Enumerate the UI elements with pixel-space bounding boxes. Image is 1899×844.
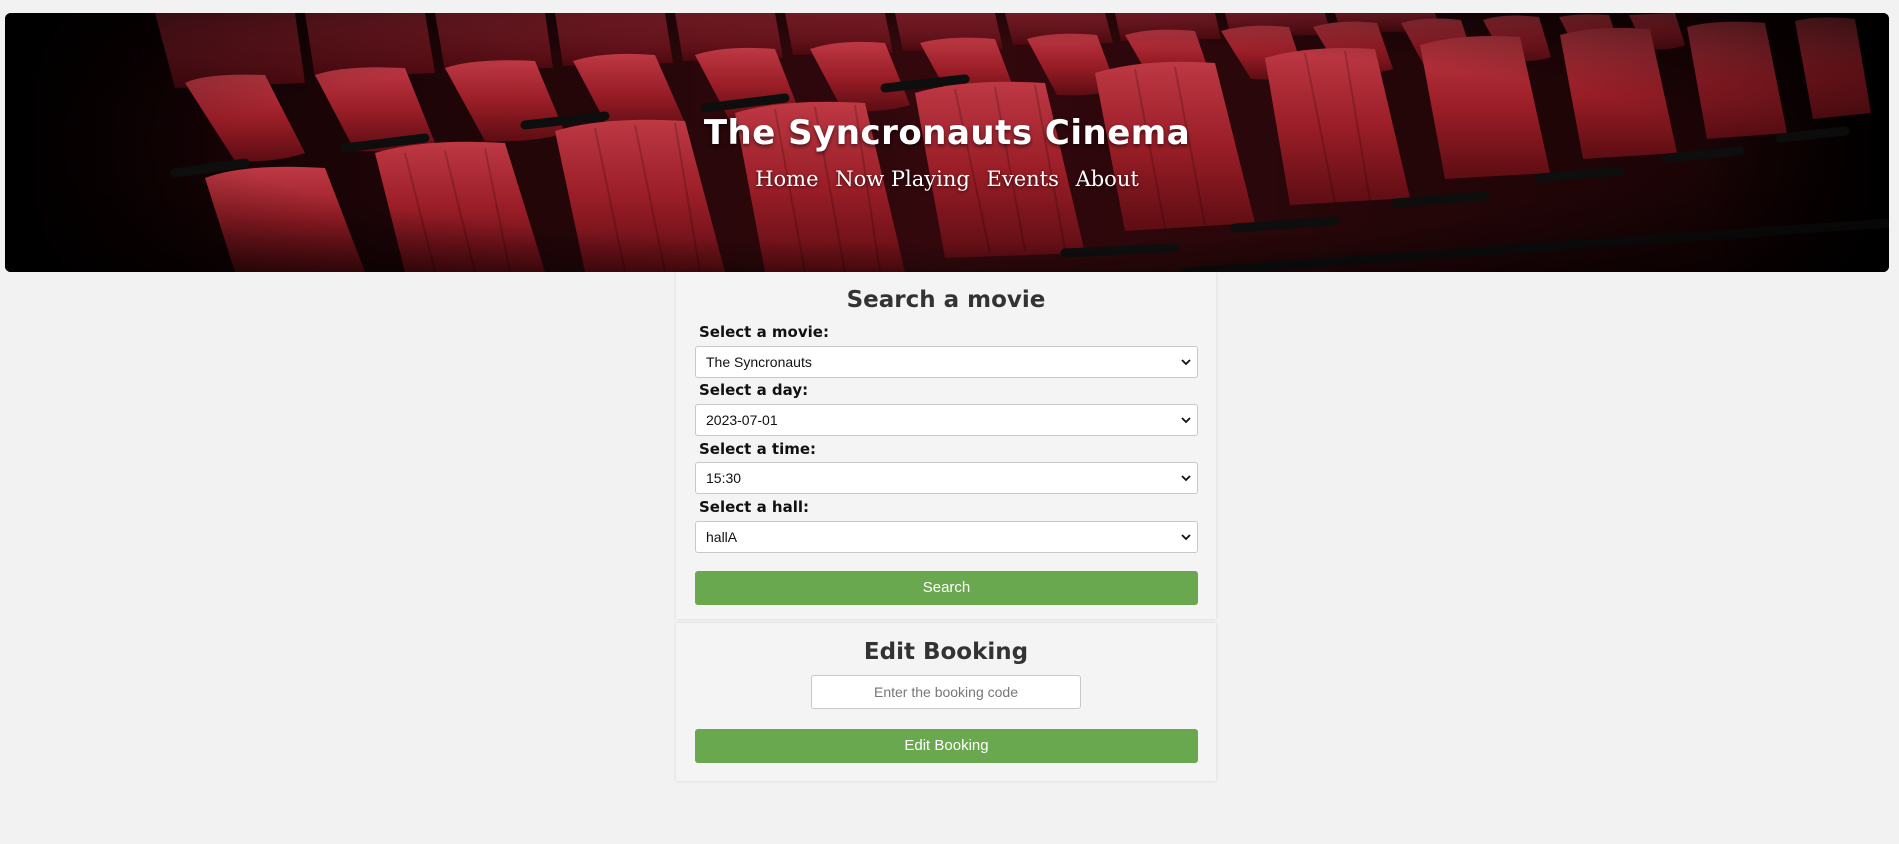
- chevron-down-icon: [1181, 417, 1191, 424]
- movie-select[interactable]: The Syncronauts: [695, 346, 1198, 378]
- nav-home-link[interactable]: Home: [755, 167, 818, 191]
- search-button[interactable]: Search: [695, 571, 1198, 605]
- edit-booking-card: Edit Booking Edit Booking: [676, 623, 1216, 781]
- hall-select[interactable]: hallA: [695, 521, 1198, 553]
- search-movie-card: Search a movie Select a movie: The Syncr…: [676, 272, 1216, 619]
- search-heading: Search a movie: [846, 287, 1046, 313]
- main-nav: Home Now Playing Events About: [5, 167, 1889, 191]
- chevron-down-icon: [1181, 359, 1191, 366]
- edit-booking-button[interactable]: Edit Booking: [695, 729, 1198, 763]
- movie-select-label: Select a movie:: [699, 323, 829, 341]
- chevron-down-icon: [1181, 475, 1191, 482]
- booking-code-input[interactable]: [811, 675, 1081, 709]
- day-select[interactable]: 2023-07-01: [695, 404, 1198, 436]
- day-select-value: 2023-07-01: [706, 412, 778, 428]
- site-title: The Syncronauts Cinema: [703, 113, 1191, 153]
- nav-about-link[interactable]: About: [1076, 167, 1139, 191]
- time-select-label: Select a time:: [699, 440, 817, 458]
- nav-now-playing-link[interactable]: Now Playing: [835, 167, 970, 191]
- hero-banner: The Syncronauts Cinema Home Now Playing …: [5, 13, 1889, 272]
- chevron-down-icon: [1181, 534, 1191, 541]
- time-select[interactable]: 15:30: [695, 462, 1198, 494]
- movie-select-value: The Syncronauts: [706, 354, 812, 370]
- nav-events-link[interactable]: Events: [987, 167, 1059, 191]
- edit-booking-heading: Edit Booking: [863, 639, 1029, 665]
- hall-select-label: Select a hall:: [699, 498, 810, 516]
- day-select-label: Select a day:: [699, 381, 809, 399]
- hall-select-value: hallA: [706, 529, 738, 545]
- time-select-value: 15:30: [706, 470, 742, 486]
